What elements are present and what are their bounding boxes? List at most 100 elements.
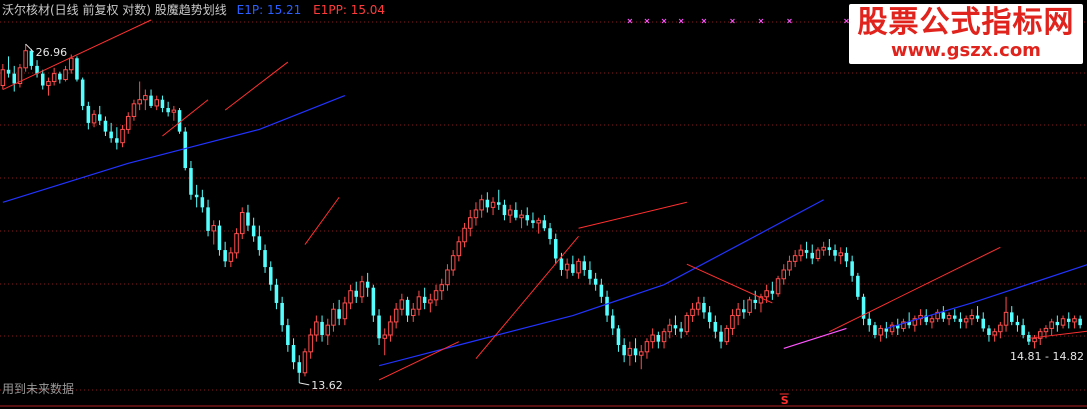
- candle-body: [388, 321, 393, 336]
- candle: [638, 345, 644, 370]
- candle: [462, 222, 467, 248]
- candle-body: [519, 214, 524, 219]
- candle-body: [656, 334, 661, 342]
- candle: [912, 315, 918, 332]
- candle-body: [263, 250, 267, 268]
- signal-marker: [787, 18, 792, 24]
- candle: [1021, 318, 1025, 339]
- candle-body: [46, 81, 51, 87]
- candle: [787, 255, 792, 276]
- candle: [963, 315, 969, 329]
- candle-body: [12, 73, 17, 84]
- candle: [798, 244, 804, 262]
- chart-window: 26.96 13.62 S 沃尔核材(日线 前复权 对数) 股魔趋势划线 E1P: …: [0, 0, 1087, 409]
- candle: [17, 63, 23, 88]
- candle-body: [958, 318, 963, 322]
- candle: [365, 272, 370, 297]
- candle: [348, 284, 353, 310]
- candle-body: [115, 138, 119, 143]
- candle: [644, 338, 650, 359]
- signal-marker: [844, 18, 849, 24]
- candle: [553, 233, 558, 265]
- candle: [531, 212, 535, 229]
- candle: [633, 338, 638, 363]
- candle: [502, 199, 507, 221]
- candle: [29, 48, 34, 70]
- candle-body: [228, 252, 234, 262]
- candle: [507, 204, 513, 223]
- candle-body: [291, 345, 296, 363]
- candle-body: [844, 252, 849, 262]
- candle: [821, 241, 826, 256]
- candle-body: [428, 299, 433, 304]
- candle: [775, 275, 781, 297]
- candle-body: [485, 199, 490, 208]
- candle-body: [582, 261, 587, 270]
- candle-body: [189, 168, 193, 195]
- candle: [593, 272, 598, 291]
- candle-body: [873, 325, 877, 335]
- candle-body: [268, 267, 273, 285]
- candle-body: [946, 315, 952, 320]
- candle: [496, 189, 501, 210]
- signal-marker: [644, 18, 650, 24]
- candle-body: [753, 299, 758, 303]
- candle-body: [719, 331, 723, 342]
- candle-body: [433, 290, 439, 301]
- candle-body: [588, 269, 592, 279]
- candle-body: [171, 109, 177, 113]
- candle: [742, 299, 746, 319]
- candle-body: [941, 312, 946, 319]
- candle: [399, 293, 405, 316]
- candle-body: [559, 258, 564, 270]
- candle-body: [359, 281, 365, 298]
- candle: [131, 99, 137, 121]
- candle-body: [695, 302, 701, 310]
- candle: [325, 318, 331, 346]
- candle-body: [479, 199, 484, 211]
- candle-body: [337, 309, 341, 319]
- candle: [975, 306, 980, 322]
- candle-body: [86, 105, 91, 123]
- candle: [405, 296, 410, 322]
- candle: [1049, 318, 1054, 335]
- candle-body: [23, 50, 28, 69]
- candle: [166, 101, 170, 117]
- candle: [228, 247, 234, 268]
- indicator-lines: [2, 19, 1087, 381]
- candle-body: [342, 302, 348, 320]
- candle: [103, 116, 108, 137]
- candle: [428, 293, 433, 313]
- candle-body: [884, 328, 889, 332]
- candle: [690, 302, 695, 322]
- candle: [286, 318, 290, 352]
- candle-body: [297, 362, 302, 373]
- candle: [115, 127, 119, 150]
- candle-body: [514, 209, 518, 218]
- signal-marker: [678, 18, 684, 24]
- candle: [758, 293, 764, 313]
- e1p-label: E1P: 15.21: [236, 3, 302, 17]
- candle-body: [348, 290, 353, 304]
- candle-body: [713, 321, 718, 332]
- candle-body: [246, 212, 250, 226]
- watermark-url: www.gszx.com: [891, 40, 1041, 61]
- candle: [918, 309, 923, 326]
- candle-body: [314, 321, 319, 336]
- candle: [1072, 315, 1077, 329]
- candle-body: [735, 308, 741, 317]
- candle: [257, 225, 262, 256]
- candle-body: [781, 269, 787, 280]
- candle: [707, 306, 712, 329]
- candle: [661, 328, 667, 349]
- candle: [23, 44, 28, 72]
- candle: [622, 338, 626, 363]
- candle-body: [867, 318, 872, 326]
- candle-body: [616, 328, 621, 346]
- candle-body: [239, 212, 245, 235]
- candle-body: [377, 315, 381, 339]
- candle: [268, 261, 273, 291]
- candle: [599, 278, 604, 303]
- candle: [0, 63, 6, 90]
- candle-body: [109, 131, 113, 139]
